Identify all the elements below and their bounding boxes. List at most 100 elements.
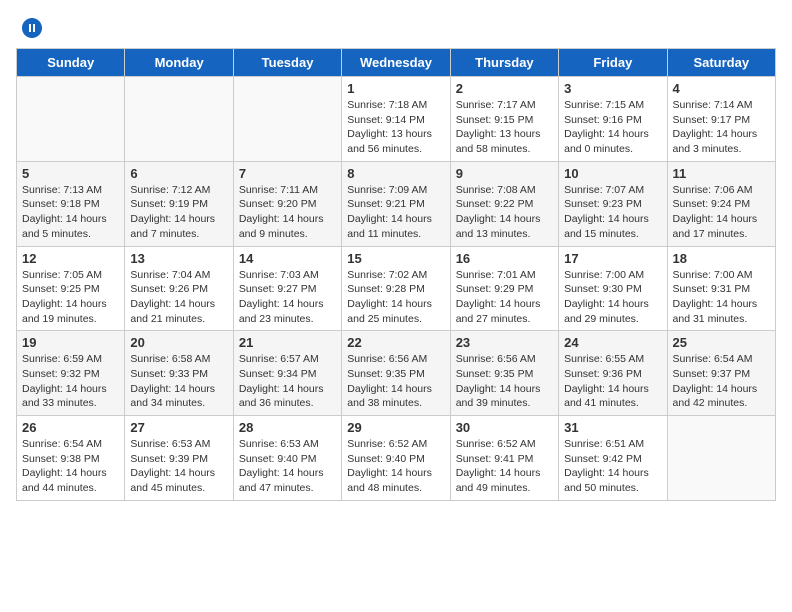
calendar-week-row: 19 Sunrise: 6:59 AMSunset: 9:32 PMDayligh… (17, 331, 776, 416)
day-number: 6 (130, 166, 227, 181)
day-number: 24 (564, 335, 661, 350)
day-info: Sunrise: 6:54 AMSunset: 9:38 PMDaylight:… (22, 437, 119, 496)
day-number: 12 (22, 251, 119, 266)
calendar-cell: 30 Sunrise: 6:52 AMSunset: 9:41 PMDayligh… (450, 416, 558, 501)
calendar-cell (17, 77, 125, 162)
day-info: Sunrise: 6:56 AMSunset: 9:35 PMDaylight:… (456, 352, 553, 411)
day-header: Friday (559, 49, 667, 77)
calendar-cell: 12 Sunrise: 7:05 AMSunset: 9:25 PMDayligh… (17, 246, 125, 331)
day-number: 1 (347, 81, 444, 96)
day-info: Sunrise: 7:01 AMSunset: 9:29 PMDaylight:… (456, 268, 553, 327)
calendar-header-row: SundayMondayTuesdayWednesdayThursdayFrid… (17, 49, 776, 77)
day-number: 29 (347, 420, 444, 435)
calendar-cell: 27 Sunrise: 6:53 AMSunset: 9:39 PMDayligh… (125, 416, 233, 501)
calendar-week-row: 12 Sunrise: 7:05 AMSunset: 9:25 PMDayligh… (17, 246, 776, 331)
day-info: Sunrise: 7:02 AMSunset: 9:28 PMDaylight:… (347, 268, 444, 327)
day-number: 23 (456, 335, 553, 350)
day-number: 5 (22, 166, 119, 181)
calendar-cell: 18Sunrise: 7:00 AMSunset: 9:31 PMDayligh… (667, 246, 775, 331)
day-number: 20 (130, 335, 227, 350)
day-info: Sunrise: 7:06 AMSunset: 9:24 PMDaylight:… (673, 183, 770, 242)
day-number: 31 (564, 420, 661, 435)
day-info: Sunrise: 6:54 AMSunset: 9:37 PMDaylight:… (673, 352, 770, 411)
day-info: Sunrise: 6:53 AMSunset: 9:40 PMDaylight:… (239, 437, 336, 496)
day-number: 30 (456, 420, 553, 435)
logo (16, 16, 44, 40)
day-info: Sunrise: 6:52 AMSunset: 9:41 PMDaylight:… (456, 437, 553, 496)
calendar: SundayMondayTuesdayWednesdayThursdayFrid… (16, 48, 776, 501)
day-header: Saturday (667, 49, 775, 77)
day-number: 10 (564, 166, 661, 181)
day-number: 8 (347, 166, 444, 181)
day-info: Sunrise: 6:59 AMSunset: 9:32 PMDaylight:… (22, 352, 119, 411)
day-info: Sunrise: 7:18 AMSunset: 9:14 PMDaylight:… (347, 98, 444, 157)
day-number: 15 (347, 251, 444, 266)
calendar-cell: 8Sunrise: 7:09 AMSunset: 9:21 PMDaylight… (342, 161, 450, 246)
calendar-cell: 28 Sunrise: 6:53 AMSunset: 9:40 PMDayligh… (233, 416, 341, 501)
calendar-cell: 14 Sunrise: 7:03 AMSunset: 9:27 PMDayligh… (233, 246, 341, 331)
calendar-cell: 29 Sunrise: 6:52 AMSunset: 9:40 PMDayligh… (342, 416, 450, 501)
calendar-cell: 23 Sunrise: 6:56 AMSunset: 9:35 PMDayligh… (450, 331, 558, 416)
day-number: 21 (239, 335, 336, 350)
calendar-cell: 7 Sunrise: 7:11 AMSunset: 9:20 PMDaylight… (233, 161, 341, 246)
day-number: 9 (456, 166, 553, 181)
day-info: Sunrise: 6:53 AMSunset: 9:39 PMDaylight:… (130, 437, 227, 496)
calendar-cell (233, 77, 341, 162)
calendar-week-row: 5 Sunrise: 7:13 AMSunset: 9:18 PMDaylight… (17, 161, 776, 246)
day-number: 14 (239, 251, 336, 266)
calendar-week-row: 26 Sunrise: 6:54 AMSunset: 9:38 PMDayligh… (17, 416, 776, 501)
day-header: Thursday (450, 49, 558, 77)
day-info: Sunrise: 7:11 AMSunset: 9:20 PMDaylight:… (239, 183, 336, 242)
logo-icon (20, 16, 44, 40)
day-number: 26 (22, 420, 119, 435)
day-number: 27 (130, 420, 227, 435)
day-number: 19 (22, 335, 119, 350)
day-info: Sunrise: 7:03 AMSunset: 9:27 PMDaylight:… (239, 268, 336, 327)
day-info: Sunrise: 6:57 AMSunset: 9:34 PMDaylight:… (239, 352, 336, 411)
day-info: Sunrise: 6:58 AMSunset: 9:33 PMDaylight:… (130, 352, 227, 411)
day-number: 25 (673, 335, 770, 350)
day-info: Sunrise: 7:14 AMSunset: 9:17 PMDaylight:… (673, 98, 770, 157)
day-info: Sunrise: 7:15 AMSunset: 9:16 PMDaylight:… (564, 98, 661, 157)
day-header: Sunday (17, 49, 125, 77)
calendar-cell: 22Sunrise: 6:56 AMSunset: 9:35 PMDayligh… (342, 331, 450, 416)
calendar-cell: 25 Sunrise: 6:54 AMSunset: 9:37 PMDayligh… (667, 331, 775, 416)
calendar-cell: 11Sunrise: 7:06 AMSunset: 9:24 PMDayligh… (667, 161, 775, 246)
day-info: Sunrise: 7:12 AMSunset: 9:19 PMDaylight:… (130, 183, 227, 242)
calendar-cell (125, 77, 233, 162)
calendar-cell: 5 Sunrise: 7:13 AMSunset: 9:18 PMDaylight… (17, 161, 125, 246)
calendar-cell: 16 Sunrise: 7:01 AMSunset: 9:29 PMDayligh… (450, 246, 558, 331)
calendar-cell (667, 416, 775, 501)
day-number: 13 (130, 251, 227, 266)
day-number: 7 (239, 166, 336, 181)
calendar-cell: 21 Sunrise: 6:57 AMSunset: 9:34 PMDayligh… (233, 331, 341, 416)
day-info: Sunrise: 7:17 AMSunset: 9:15 PMDaylight:… (456, 98, 553, 157)
calendar-cell: 15 Sunrise: 7:02 AMSunset: 9:28 PMDayligh… (342, 246, 450, 331)
calendar-cell: 19 Sunrise: 6:59 AMSunset: 9:32 PMDayligh… (17, 331, 125, 416)
day-number: 18 (673, 251, 770, 266)
day-number: 17 (564, 251, 661, 266)
day-info: Sunrise: 7:05 AMSunset: 9:25 PMDaylight:… (22, 268, 119, 327)
calendar-cell: 4 Sunrise: 7:14 AMSunset: 9:17 PMDaylight… (667, 77, 775, 162)
calendar-cell: 13Sunrise: 7:04 AMSunset: 9:26 PMDayligh… (125, 246, 233, 331)
day-number: 4 (673, 81, 770, 96)
header (16, 16, 776, 40)
day-info: Sunrise: 7:08 AMSunset: 9:22 PMDaylight:… (456, 183, 553, 242)
day-info: Sunrise: 7:00 AMSunset: 9:30 PMDaylight:… (564, 268, 661, 327)
day-info: Sunrise: 7:13 AMSunset: 9:18 PMDaylight:… (22, 183, 119, 242)
calendar-cell: 26 Sunrise: 6:54 AMSunset: 9:38 PMDayligh… (17, 416, 125, 501)
calendar-cell: 20 Sunrise: 6:58 AMSunset: 9:33 PMDayligh… (125, 331, 233, 416)
calendar-cell: 3 Sunrise: 7:15 AMSunset: 9:16 PMDaylight… (559, 77, 667, 162)
day-info: Sunrise: 6:56 AMSunset: 9:35 PMDaylight:… (347, 352, 444, 411)
calendar-cell: 1 Sunrise: 7:18 AMSunset: 9:14 PMDaylight… (342, 77, 450, 162)
day-number: 2 (456, 81, 553, 96)
calendar-cell: 6 Sunrise: 7:12 AMSunset: 9:19 PMDaylight… (125, 161, 233, 246)
calendar-cell: 17 Sunrise: 7:00 AMSunset: 9:30 PMDayligh… (559, 246, 667, 331)
calendar-cell: 10Sunrise: 7:07 AMSunset: 9:23 PMDayligh… (559, 161, 667, 246)
day-info: Sunrise: 6:51 AMSunset: 9:42 PMDaylight:… (564, 437, 661, 496)
day-number: 16 (456, 251, 553, 266)
calendar-week-row: 1 Sunrise: 7:18 AMSunset: 9:14 PMDaylight… (17, 77, 776, 162)
day-number: 28 (239, 420, 336, 435)
day-info: Sunrise: 6:52 AMSunset: 9:40 PMDaylight:… (347, 437, 444, 496)
day-number: 3 (564, 81, 661, 96)
